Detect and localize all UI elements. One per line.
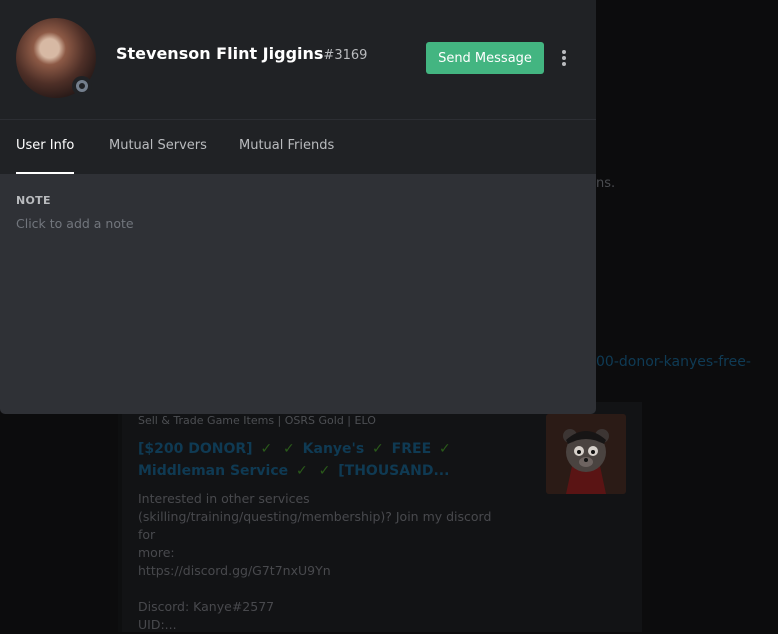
embed-title-part: Kanye's: [302, 441, 365, 457]
note-input[interactable]: Click to add a note: [16, 216, 134, 231]
check-mark-icon: ✓: [439, 441, 451, 457]
embed-title-part: FREE: [391, 441, 432, 457]
check-mark-icon: ✓: [296, 463, 308, 479]
check-mark-icon: ✓: [318, 463, 331, 479]
embed-thumbnail-image[interactable]: [546, 414, 626, 494]
embed-title-part: [$200 DONOR]: [138, 441, 253, 457]
bear-mascot-icon: [546, 414, 626, 494]
background-message-text: ns.: [596, 176, 616, 191]
profile-tab-bar: User Info Mutual Servers Mutual Friends: [0, 119, 596, 174]
more-options-icon[interactable]: [558, 48, 570, 68]
embed-provider: Sell & Trade Game Items | OSRS Gold | EL…: [138, 414, 376, 427]
check-mark-icon: ✓: [260, 441, 273, 457]
tab-mutual-servers[interactable]: Mutual Servers: [109, 120, 207, 174]
embed-description: Interested in other services (skilling/t…: [138, 491, 492, 632]
embed-title[interactable]: [$200 DONOR] ✓ ✓ Kanye's ✓ FREE ✓ Middle…: [138, 438, 528, 482]
embed-title-part: Middleman Service: [138, 463, 289, 479]
link-embed: Sell & Trade Game Items | OSRS Gold | EL…: [118, 402, 642, 632]
tab-user-info[interactable]: User Info: [16, 120, 75, 174]
note-label: NOTE: [16, 194, 51, 207]
tab-mutual-friends[interactable]: Mutual Friends: [239, 120, 334, 174]
background-message-link[interactable]: 00-donor-kanyes-free-: [596, 354, 751, 370]
embed-title-part: [THOUSAND...: [338, 463, 450, 479]
send-message-button[interactable]: Send Message: [426, 42, 544, 74]
check-mark-icon: ✓: [372, 441, 384, 457]
user-discriminator: #3169: [323, 48, 368, 63]
user-profile-modal: Stevenson Flint Jiggins#3169 Send Messag…: [0, 0, 596, 414]
check-mark-icon: ✓: [283, 441, 295, 457]
profile-username: Stevenson Flint Jiggins#3169: [116, 44, 367, 63]
username-text: Stevenson Flint Jiggins: [116, 44, 324, 63]
offline-status-icon: [72, 76, 92, 96]
profile-header: Stevenson Flint Jiggins#3169 Send Messag…: [0, 0, 596, 119]
